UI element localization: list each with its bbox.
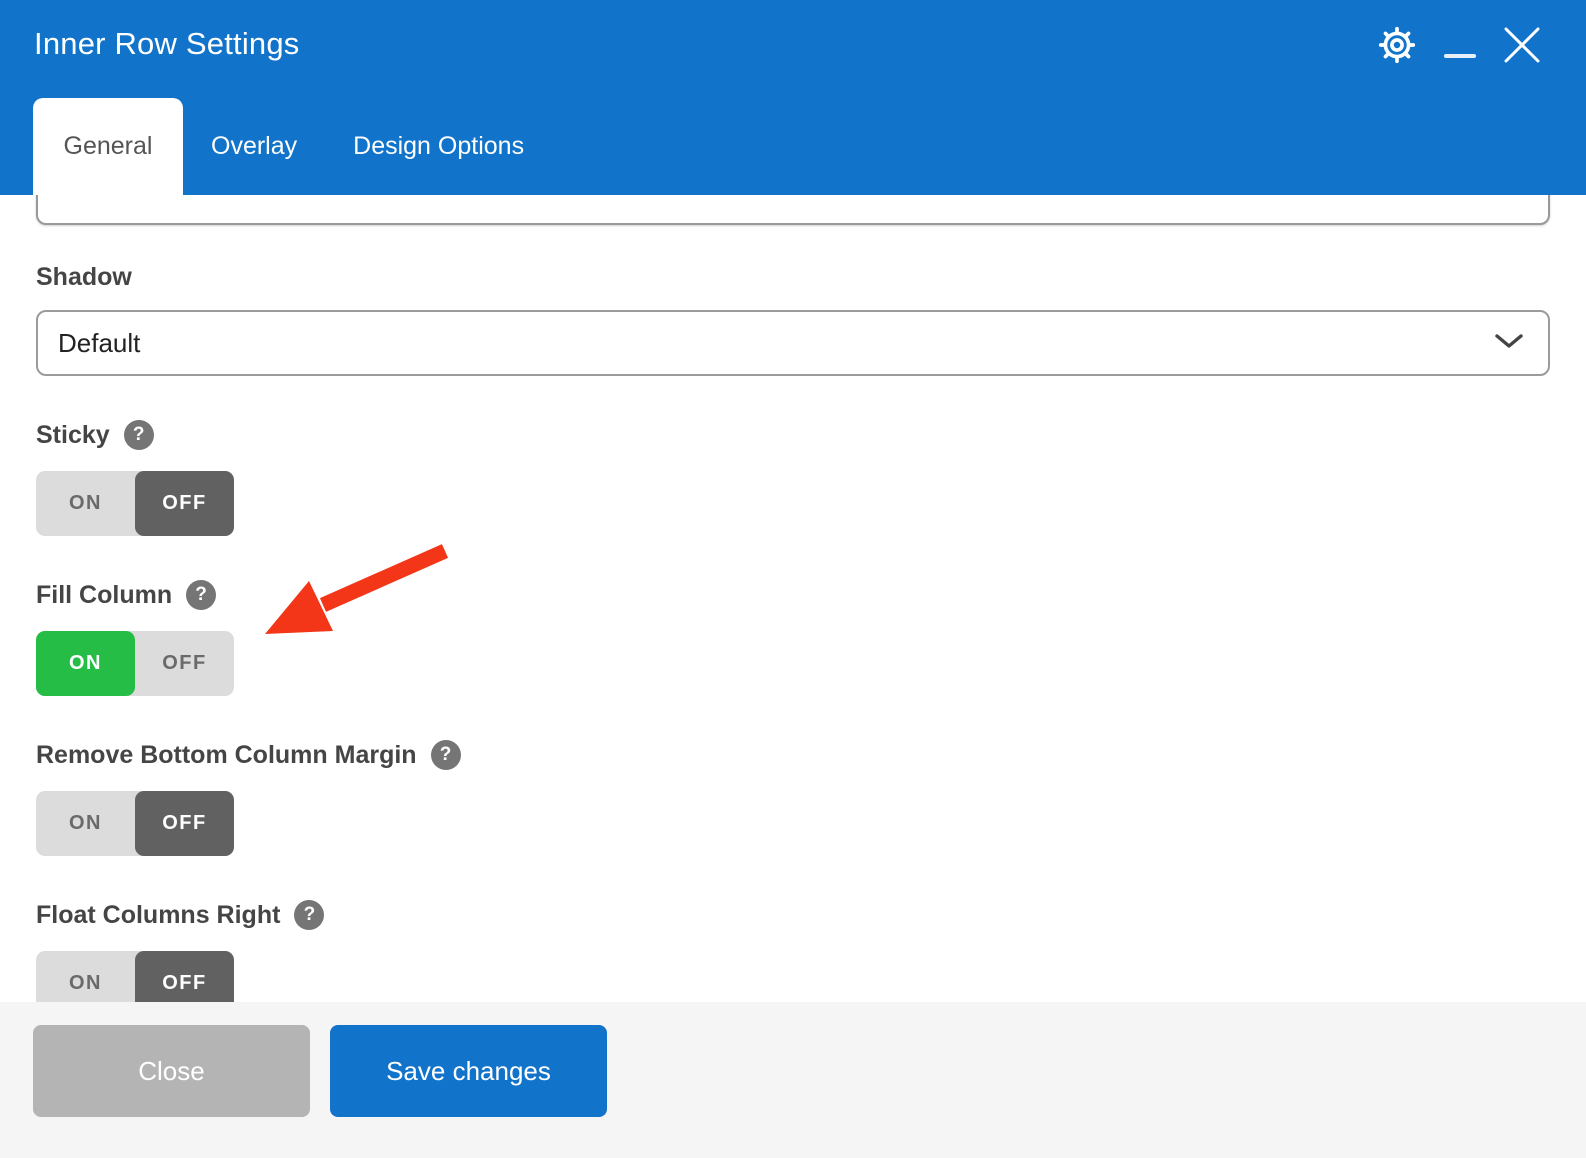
tab-bar: General Overlay Design Options (33, 98, 552, 195)
settings-gear-icon[interactable] (1376, 24, 1418, 66)
close-button[interactable]: Close (33, 1025, 310, 1117)
help-icon[interactable]: ? (294, 900, 325, 930)
save-changes-button[interactable]: Save changes (330, 1025, 607, 1117)
remove-bottom-margin-label: Remove Bottom Column Margin (36, 740, 417, 769)
remove-bottom-margin-toggle[interactable]: ON OFF (36, 791, 234, 856)
dialog-footer: Close Save changes (0, 1002, 1586, 1158)
help-icon[interactable]: ? (186, 580, 217, 610)
help-icon[interactable]: ? (123, 420, 154, 450)
fill-column-label: Fill Column (36, 580, 173, 609)
close-icon[interactable] (1502, 25, 1542, 65)
sticky-label: Sticky (36, 420, 110, 449)
partial-text-field[interactable] (36, 195, 1550, 225)
shadow-select-value: Default (58, 327, 141, 358)
toggle-off-option[interactable]: OFF (135, 631, 234, 696)
toggle-off-option[interactable]: OFF (135, 951, 234, 1002)
fill-column-section: Fill Column ? ON OFF (36, 580, 1550, 696)
tab-design-options[interactable]: Design Options (325, 98, 552, 195)
help-icon[interactable]: ? (430, 740, 461, 770)
shadow-label: Shadow (36, 263, 132, 291)
header-icon-group (1376, 24, 1542, 66)
sticky-section: Sticky ? ON OFF (36, 420, 1550, 536)
toggle-off-option[interactable]: OFF (135, 471, 234, 536)
sticky-toggle[interactable]: ON OFF (36, 471, 234, 536)
float-columns-right-toggle[interactable]: ON OFF (36, 951, 234, 1002)
remove-bottom-margin-section: Remove Bottom Column Margin ? ON OFF (36, 740, 1550, 856)
dialog-header: Inner Row Settings General Overlay Desig… (0, 0, 1586, 195)
fill-column-toggle[interactable]: ON OFF (36, 631, 234, 696)
toggle-on-option[interactable]: ON (36, 951, 135, 1002)
tab-overlay[interactable]: Overlay (183, 98, 325, 195)
toggle-on-option[interactable]: ON (36, 791, 135, 856)
tab-general[interactable]: General (33, 98, 183, 195)
shadow-select[interactable]: Default (36, 310, 1550, 376)
toggle-on-option[interactable]: ON (36, 471, 135, 536)
dialog-content: Shadow Default Sticky ? ON OFF Fill Colu… (0, 195, 1586, 1002)
minimize-icon[interactable] (1444, 30, 1476, 60)
inner-row-settings-dialog: Inner Row Settings General Overlay Desig… (0, 0, 1586, 1158)
dialog-title: Inner Row Settings (34, 26, 300, 61)
toggle-on-option[interactable]: ON (36, 631, 135, 696)
toggle-off-option[interactable]: OFF (135, 791, 234, 856)
float-columns-right-section: Float Columns Right ? ON OFF (36, 900, 1550, 1002)
float-columns-right-label: Float Columns Right (36, 900, 281, 929)
chevron-down-icon (1494, 332, 1524, 355)
